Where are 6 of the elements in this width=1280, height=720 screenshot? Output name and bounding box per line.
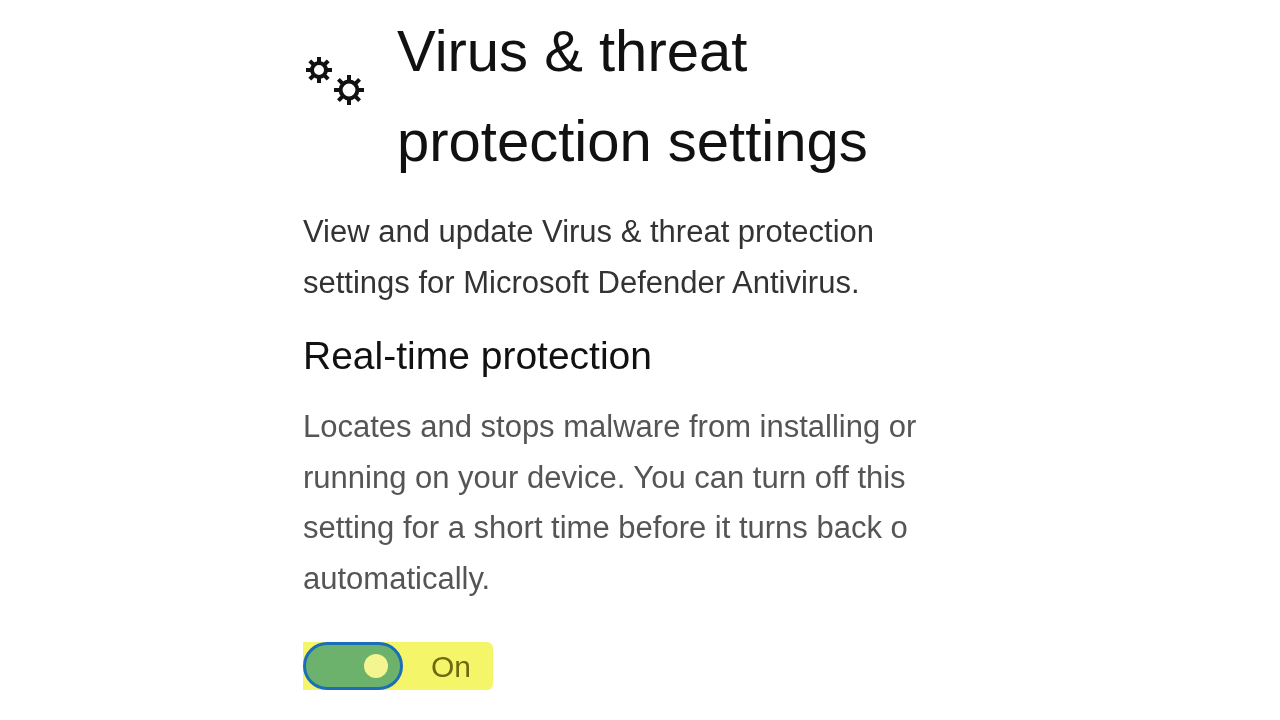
toggle-label: On (431, 648, 472, 685)
page-description: View and update Virus & threat protection settings for Microsoft Defender Antivirus. (303, 213, 875, 302)
section-heading: Real-time protection (303, 333, 653, 379)
section-description: Locates and stops malware from installing or running on your device. You can turn off this setting for a short time before it turns back o automatically. (303, 408, 918, 598)
page-title: Virus & threat protection settings (397, 17, 868, 175)
toggle-switch[interactable] (303, 642, 403, 690)
